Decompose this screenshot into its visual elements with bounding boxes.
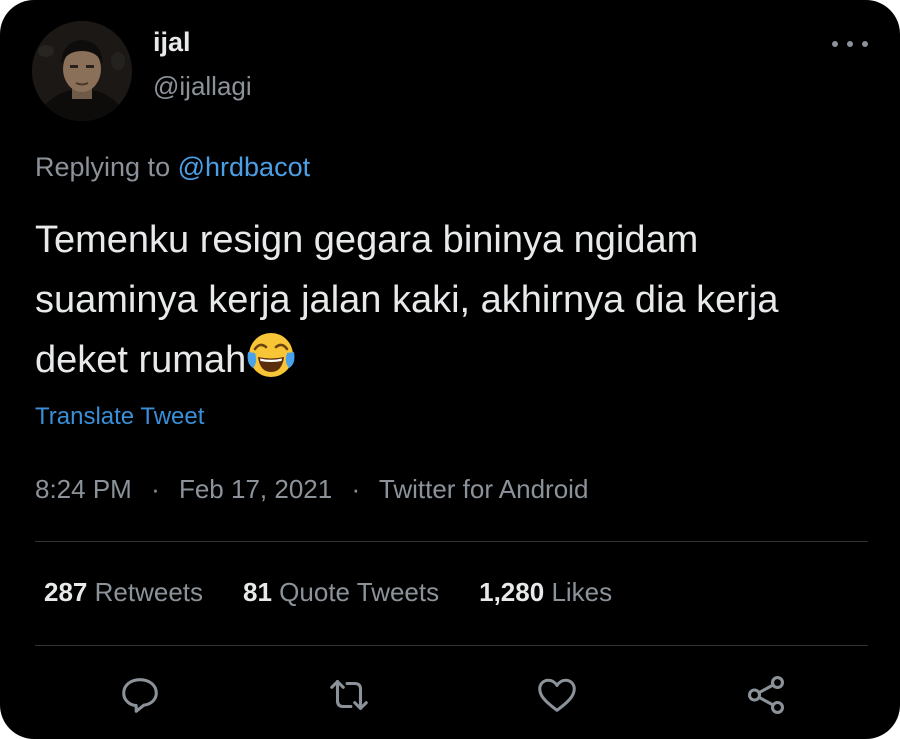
tweet-source[interactable]: Twitter for Android	[379, 474, 589, 504]
likes-label: Likes	[551, 577, 613, 607]
avatar-image	[32, 21, 132, 121]
tweet-stats: 287 Retweets 81 Quote Tweets 1,280 Likes	[44, 575, 612, 609]
translate-tweet-link[interactable]: Translate Tweet	[35, 402, 204, 432]
reply-mention-link[interactable]: @hrdbacot	[178, 152, 310, 182]
more-options-icon[interactable]	[832, 32, 868, 56]
tweet-time[interactable]: 8:24 PM	[35, 474, 132, 504]
retweet-icon[interactable]	[326, 672, 372, 718]
retweets-count: 287	[44, 577, 88, 607]
retweets-stat[interactable]: 287 Retweets	[44, 575, 203, 609]
tweet-body: Temenku resign gegara bininya ngidam sua…	[35, 210, 855, 390]
tweet-text: Temenku resign gegara bininya ngidam sua…	[35, 219, 779, 381]
more-dot	[862, 41, 868, 47]
divider	[35, 645, 868, 646]
quote-tweets-label: Quote Tweets	[279, 577, 440, 607]
quote-tweets-count: 81	[243, 577, 272, 607]
tweet-card: ijal @ijallagi Replying to @hrdbacot Tem…	[0, 0, 900, 739]
replying-to: Replying to @hrdbacot	[35, 150, 310, 184]
meta-separator: ·	[151, 474, 160, 504]
action-bar	[0, 672, 900, 722]
more-dot	[847, 41, 853, 47]
quote-tweets-stat[interactable]: 81 Quote Tweets	[243, 575, 439, 609]
more-dot	[832, 41, 838, 47]
face-with-tears-of-joy-icon	[246, 330, 296, 380]
tweet-date[interactable]: Feb 17, 2021	[179, 474, 332, 504]
meta-separator: ·	[351, 474, 361, 504]
share-icon[interactable]	[743, 672, 789, 718]
display-name[interactable]: ijal	[153, 26, 191, 58]
retweets-label: Retweets	[94, 577, 204, 607]
reply-icon[interactable]	[117, 672, 163, 718]
tweet-meta: 8:24 PM · Feb 17, 2021 · Twitter for And…	[35, 472, 588, 506]
user-handle[interactable]: @ijallagi	[153, 70, 252, 102]
like-icon[interactable]	[534, 672, 580, 718]
likes-count: 1,280	[479, 577, 545, 607]
replying-to-label: Replying to	[35, 152, 171, 182]
divider	[35, 541, 868, 542]
likes-stat[interactable]: 1,280 Likes	[479, 575, 612, 609]
avatar[interactable]	[32, 21, 132, 121]
